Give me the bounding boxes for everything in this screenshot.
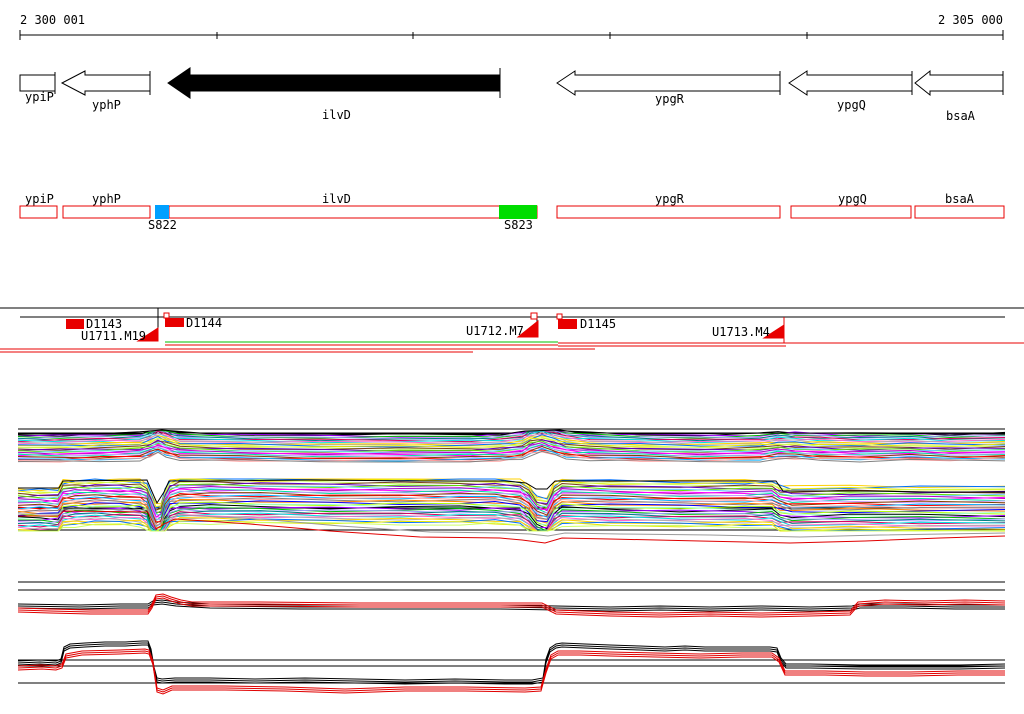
- ruler-start-label: 2 300 001: [20, 13, 85, 27]
- probe-block-D1143[interactable]: [66, 319, 84, 329]
- probe-block-D1144[interactable]: [165, 318, 184, 327]
- primer-label-U1713.M4: U1713.M4: [712, 325, 770, 339]
- gene-label-bsaA: bsaA: [946, 109, 976, 123]
- annotation-label-yphP: yphP: [92, 192, 121, 206]
- gene-bsaA[interactable]: [914, 69, 1004, 97]
- genome-browser-view: 2 300 001 2 305 000 ypiP yphP ilvD ypgR ypgQ bs…: [0, 0, 1024, 714]
- marker-S823[interactable]: [499, 205, 537, 219]
- annotation-label-ypiP: ypiP: [25, 192, 54, 206]
- gene-ilvD[interactable]: [167, 67, 501, 99]
- probe-block-D1145[interactable]: [558, 319, 577, 329]
- annotation-label-ilvD: ilvD: [322, 192, 351, 206]
- annotation-box-yphP[interactable]: [62, 205, 151, 219]
- gene-label-ypgR: ypgR: [655, 92, 685, 106]
- probe-start-square: [163, 312, 170, 319]
- ruler-end-label: 2 305 000: [938, 13, 1003, 27]
- probe-label-D1145: D1145: [580, 317, 616, 331]
- probe-label-D1144: D1144: [186, 316, 222, 330]
- gene-yphP[interactable]: [60, 70, 151, 96]
- annotation-label-bsaA: bsaA: [945, 192, 975, 206]
- probe-start-square: [530, 312, 538, 320]
- primer-label-U1712.M7: U1712.M7: [466, 324, 524, 338]
- probe-start-square: [556, 313, 563, 320]
- annotation-label-ypgR: ypgR: [655, 192, 685, 206]
- annotation-box-ypgR[interactable]: [556, 205, 781, 219]
- genome-browser-canvas: 2 300 001 2 305 000 ypiP yphP ilvD ypgR ypgQ bs…: [0, 13, 1024, 695]
- annotation-box-bsaA[interactable]: [914, 205, 1005, 219]
- annotation-box-ypgQ[interactable]: [790, 205, 912, 219]
- gene-label-ypiP: ypiP: [25, 90, 54, 104]
- gene-label-ypgQ: ypgQ: [837, 98, 866, 112]
- marker-label-S823: S823: [504, 218, 533, 232]
- annotation-box-ypiP[interactable]: [19, 205, 58, 219]
- gene-label-ilvD: ilvD: [322, 108, 351, 122]
- marker-S822[interactable]: [155, 205, 169, 219]
- annotation-label-ypgQ: ypgQ: [838, 192, 867, 206]
- gene-ypiP[interactable]: [19, 74, 56, 92]
- gene-ypgQ[interactable]: [788, 70, 913, 96]
- annotation-box-ilvD[interactable]: [168, 205, 538, 219]
- primer-label-U1711.M19: U1711.M19: [81, 329, 146, 343]
- gene-label-yphP: yphP: [92, 98, 121, 112]
- marker-label-S822: S822: [148, 218, 177, 232]
